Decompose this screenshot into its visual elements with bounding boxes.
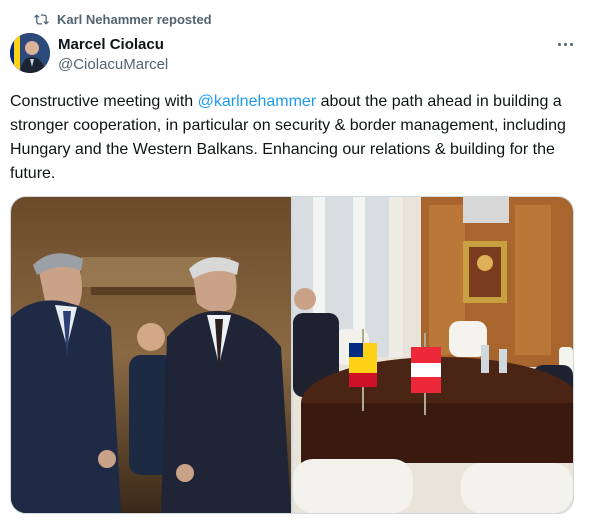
author-handle[interactable]: @CiolacuMarcel <box>58 55 168 75</box>
tweet-text-prefix: Constructive meeting with <box>10 93 198 110</box>
more-dot-icon <box>569 42 573 46</box>
more-dot-icon <box>557 42 561 46</box>
photo-meeting-table-flags[interactable] <box>293 197 573 513</box>
more-dot-icon <box>563 42 567 46</box>
mention-link[interactable]: @karlnehammer <box>198 93 317 110</box>
repost-indicator[interactable]: Karl Nehammer reposted <box>34 12 212 27</box>
author-block[interactable]: Marcel Ciolacu @CiolacuMarcel <box>58 35 168 75</box>
author-name[interactable]: Marcel Ciolacu <box>58 35 168 55</box>
tweet-text: Constructive meeting with @karlnehammer … <box>10 90 570 186</box>
more-options-button[interactable] <box>554 38 576 50</box>
media-grid[interactable] <box>10 196 574 514</box>
repost-label: Karl Nehammer reposted <box>57 12 212 27</box>
repost-icon <box>34 14 49 25</box>
avatar[interactable] <box>10 33 50 73</box>
photo-officials-standing[interactable] <box>11 197 291 513</box>
